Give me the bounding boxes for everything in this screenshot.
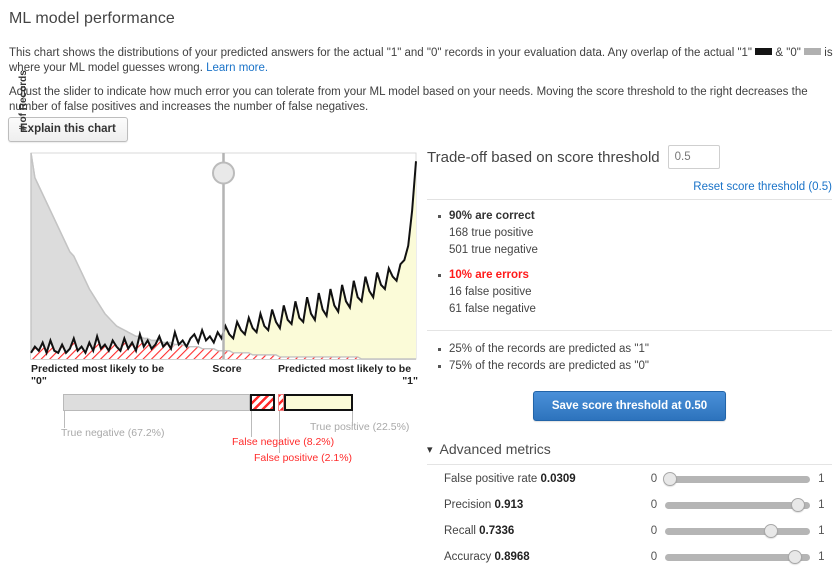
metric-row: False positive rate 0.0309 0 1 — [427, 467, 832, 491]
reset-score-threshold-link[interactable]: Reset score threshold (0.5) — [693, 181, 832, 193]
metric-value: 0.8968 — [494, 551, 530, 563]
metric-label: Accuracy 0.8968 — [444, 551, 530, 563]
score-distribution-chart[interactable] — [0, 145, 420, 360]
metric-slider-knob[interactable] — [788, 550, 803, 564]
divider-advanced — [427, 464, 832, 465]
outcome-summary-list: 90% are correct 168 true positive 501 tr… — [427, 208, 832, 259]
metric-min-label: 0 — [650, 551, 658, 563]
false-positive-count: 16 false positive — [449, 286, 532, 298]
metric-label: False positive rate 0.0309 — [444, 473, 576, 485]
tradeoff-panel: Trade-off based on score threshold Reset… — [427, 145, 832, 569]
legend-true-positive: True positive (22.5%) — [310, 421, 410, 433]
chart-y-axis-label: # of Records — [17, 70, 29, 131]
bar-segment-true-negative — [63, 394, 250, 411]
chevron-down-icon: ▾ — [427, 443, 433, 456]
metric-slider-knob[interactable] — [764, 524, 779, 538]
true-negative-count: 501 true negative — [449, 244, 538, 256]
prediction-share-list: 25% of the records are predicted as "1" … — [427, 341, 832, 375]
predicted-as-zero: 75% of the records are predicted as "0" — [438, 358, 832, 375]
metric-slider[interactable] — [665, 498, 811, 512]
metric-max-label: 1 — [818, 473, 825, 485]
false-negative-count: 61 false negative — [449, 303, 536, 315]
errors-summary-list: 10% are errors 16 false positive 61 fals… — [427, 267, 832, 318]
true-positive-count: 168 true positive — [449, 227, 534, 239]
x-axis-caption-left-line2: "0" — [31, 375, 47, 387]
outcome-proportion-bar — [63, 394, 353, 411]
tradeoff-header: Trade-off based on score threshold — [427, 145, 832, 169]
bar-segment-false-negative — [250, 394, 275, 411]
bar-tick-false-negative — [251, 411, 252, 437]
divider-top — [427, 199, 832, 200]
x-axis-caption-right: Predicted most likely to be "1" — [278, 363, 418, 387]
correct-summary-item: 90% are correct — [438, 208, 832, 225]
metric-value: 0.7336 — [479, 525, 515, 537]
bar-segment-false-positive — [278, 394, 284, 411]
metric-max-label: 1 — [818, 499, 825, 511]
metric-value: 0.0309 — [540, 473, 576, 485]
false-positive-hatch-icon — [279, 395, 283, 410]
legend-true-negative: True negative (67.2%) — [61, 427, 165, 439]
metric-min-label: 0 — [650, 473, 658, 485]
metric-slider-knob[interactable] — [790, 498, 805, 512]
page-title: ML model performance — [9, 10, 175, 27]
x-axis-caption-right-line1: Predicted most likely to be — [278, 363, 412, 375]
tradeoff-title: Trade-off based on score threshold — [427, 148, 660, 166]
bar-tick-true-negative — [64, 411, 65, 428]
correct-headline: 90% are correct — [449, 210, 535, 222]
outcome-proportion-bar-group: True negative (67.2%) True positive (22.… — [0, 388, 420, 468]
metric-max-label: 1 — [818, 551, 825, 563]
reset-threshold-row: Reset score threshold (0.5) — [427, 181, 832, 193]
save-score-threshold-button[interactable]: Save score threshold at 0.50 — [532, 391, 727, 421]
x-axis-caption-score: Score — [212, 363, 242, 375]
metric-min-label: 0 — [650, 499, 658, 511]
legend-false-negative: False negative (8.2%) — [232, 436, 335, 448]
metric-row: Recall 0.7336 0 1 — [427, 519, 832, 543]
metric-slider[interactable] — [665, 524, 811, 538]
advanced-metrics-list: False positive rate 0.0309 0 1 Precision 0.… — [427, 467, 832, 569]
x-axis-caption-left-line1: Predicted most likely to be — [31, 363, 165, 375]
metric-row: Accuracy 0.8968 0 1 — [427, 545, 832, 569]
predicted-as-one: 25% of the records are predicted as "1" — [438, 341, 832, 358]
errors-summary-item: 10% are errors — [438, 267, 832, 284]
advanced-metrics-title: Advanced metrics — [439, 441, 551, 457]
metric-label: Recall 0.7336 — [444, 525, 515, 537]
metric-slider[interactable] — [662, 472, 811, 486]
legend-false-positive: False positive (2.1%) — [254, 452, 353, 464]
metric-max-label: 1 — [818, 525, 825, 537]
x-axis-caption-right-line2: "1" — [402, 375, 418, 387]
metric-row: Precision 0.913 0 1 — [427, 493, 832, 517]
false-negative-hatch-icon — [252, 396, 273, 409]
slider-instructions-paragraph: Adjust the slider to indicate how much e… — [9, 86, 808, 113]
chart-description-paragraph: This chart shows the distributions of yo… — [9, 46, 833, 76]
metric-label: Precision 0.913 — [444, 499, 524, 511]
chart-svg — [30, 152, 417, 360]
learn-more-link[interactable]: Learn more. — [206, 62, 268, 74]
advanced-metrics-toggle[interactable]: ▾ Advanced metrics — [427, 441, 832, 457]
ml-model-performance-page: ML model performance This chart shows th… — [0, 0, 840, 574]
divider-middle — [427, 330, 832, 331]
metric-value: 0.913 — [494, 499, 524, 511]
score-threshold-handle[interactable] — [212, 161, 235, 185]
actual-one-legend-swatch-icon — [755, 48, 773, 56]
description-text-part-1: This chart shows the distributions of yo… — [9, 47, 753, 59]
errors-headline: 10% are errors — [449, 269, 529, 281]
actual-zero-legend-swatch-icon — [804, 48, 822, 56]
metric-slider-knob[interactable] — [662, 472, 677, 486]
metric-slider[interactable] — [665, 550, 811, 564]
x-axis-caption-left: Predicted most likely to be "0" — [31, 363, 206, 387]
description-text-part-2: & "0" — [775, 47, 801, 59]
metric-min-label: 0 — [650, 525, 658, 537]
score-threshold-input[interactable] — [667, 145, 720, 169]
bar-segment-true-positive — [284, 394, 353, 411]
